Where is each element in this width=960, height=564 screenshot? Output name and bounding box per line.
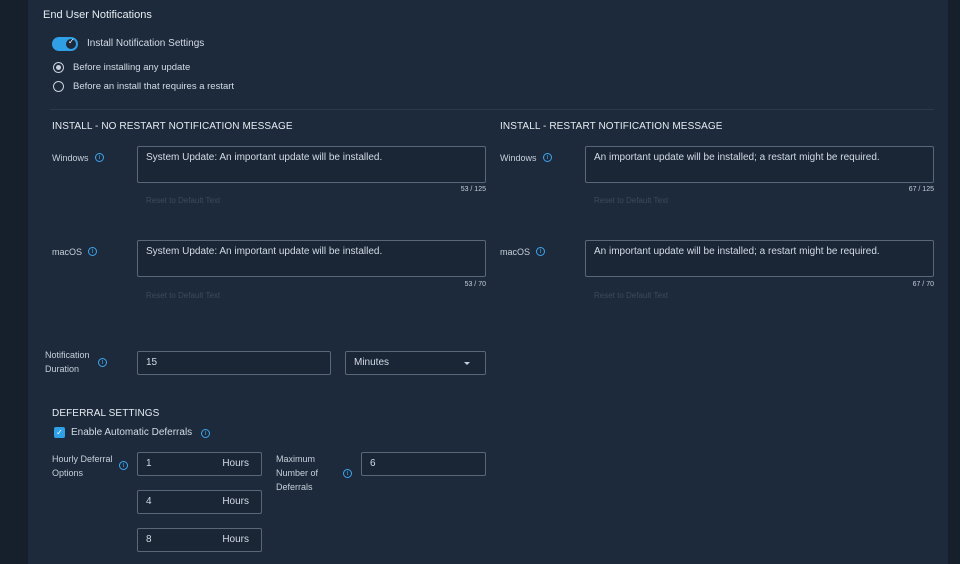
restart-windows-reset-button[interactable]: Reset to Default Text xyxy=(594,196,668,205)
info-icon[interactable]: i xyxy=(536,247,545,256)
max-deferrals-label: Maximum Number of Deferrals xyxy=(276,454,319,492)
hourly-deferral-input-3[interactable]: 8 Hours xyxy=(137,528,262,552)
no-restart-heading: INSTALL - NO RESTART NOTIFICATION MESSAG… xyxy=(52,121,293,132)
install-notification-label: Install Notification Settings xyxy=(87,38,205,49)
no-restart-windows-label: Windows xyxy=(52,153,89,163)
duration-unit-select[interactable]: Minutes xyxy=(345,351,486,375)
restart-windows-message[interactable]: An important update will be installed; a… xyxy=(585,146,934,183)
chevron-down-icon xyxy=(464,362,470,365)
duration-input[interactable]: 15 xyxy=(137,351,331,375)
enable-deferrals-checkbox[interactable]: ✓ xyxy=(54,427,65,438)
radio-label-before-any-update: Before installing any update xyxy=(73,62,191,73)
radio-before-any-update[interactable] xyxy=(53,62,64,73)
hourly-deferral-input-2[interactable]: 4 Hours xyxy=(137,490,262,514)
max-deferrals-input[interactable]: 6 xyxy=(361,452,486,476)
deferral-heading: DEFERRAL SETTINGS xyxy=(52,408,160,419)
section-divider xyxy=(50,109,934,110)
restart-macos-counter: 67 / 70 xyxy=(912,281,934,288)
no-restart-macos-label: macOS xyxy=(52,247,83,257)
hourly-deferral-label: Hourly Deferral Options xyxy=(52,454,113,478)
section-title: End User Notifications xyxy=(43,9,152,21)
info-icon[interactable]: i xyxy=(98,358,107,367)
check-icon: ✓ xyxy=(56,428,63,437)
enable-deferrals-label: Enable Automatic Deferrals xyxy=(71,427,193,438)
info-icon[interactable]: i xyxy=(543,153,552,162)
no-restart-windows-reset-button[interactable]: Reset to Default Text xyxy=(146,196,220,205)
info-icon[interactable]: i xyxy=(201,429,210,438)
restart-windows-counter: 67 / 125 xyxy=(908,186,934,193)
no-restart-windows-counter: 53 / 125 xyxy=(460,186,486,193)
restart-macos-message[interactable]: An important update will be installed; a… xyxy=(585,240,934,277)
info-icon[interactable]: i xyxy=(343,469,352,478)
no-restart-macos-counter: 53 / 70 xyxy=(464,281,486,288)
radio-before-restart-install[interactable] xyxy=(53,81,64,92)
restart-heading: INSTALL - RESTART NOTIFICATION MESSAGE xyxy=(500,121,723,132)
hourly-deferral-input-1[interactable]: 1 Hours xyxy=(137,452,262,476)
no-restart-windows-message[interactable]: System Update: An important update will … xyxy=(137,146,486,183)
info-icon[interactable]: i xyxy=(95,153,104,162)
radio-label-before-restart-install: Before an install that requires a restar… xyxy=(73,81,235,92)
check-icon xyxy=(66,37,76,49)
notification-settings-panel: End User Notifications Install Notificat… xyxy=(28,0,948,564)
restart-macos-reset-button[interactable]: Reset to Default Text xyxy=(594,291,668,300)
restart-macos-label: macOS xyxy=(500,247,531,257)
info-icon[interactable]: i xyxy=(88,247,97,256)
install-notification-toggle[interactable] xyxy=(52,37,78,51)
info-icon[interactable]: i xyxy=(119,461,128,470)
no-restart-macos-reset-button[interactable]: Reset to Default Text xyxy=(146,291,220,300)
restart-windows-label: Windows xyxy=(500,153,537,163)
no-restart-macos-message[interactable]: System Update: An important update will … xyxy=(137,240,486,277)
duration-label: Notification Duration xyxy=(45,350,90,374)
